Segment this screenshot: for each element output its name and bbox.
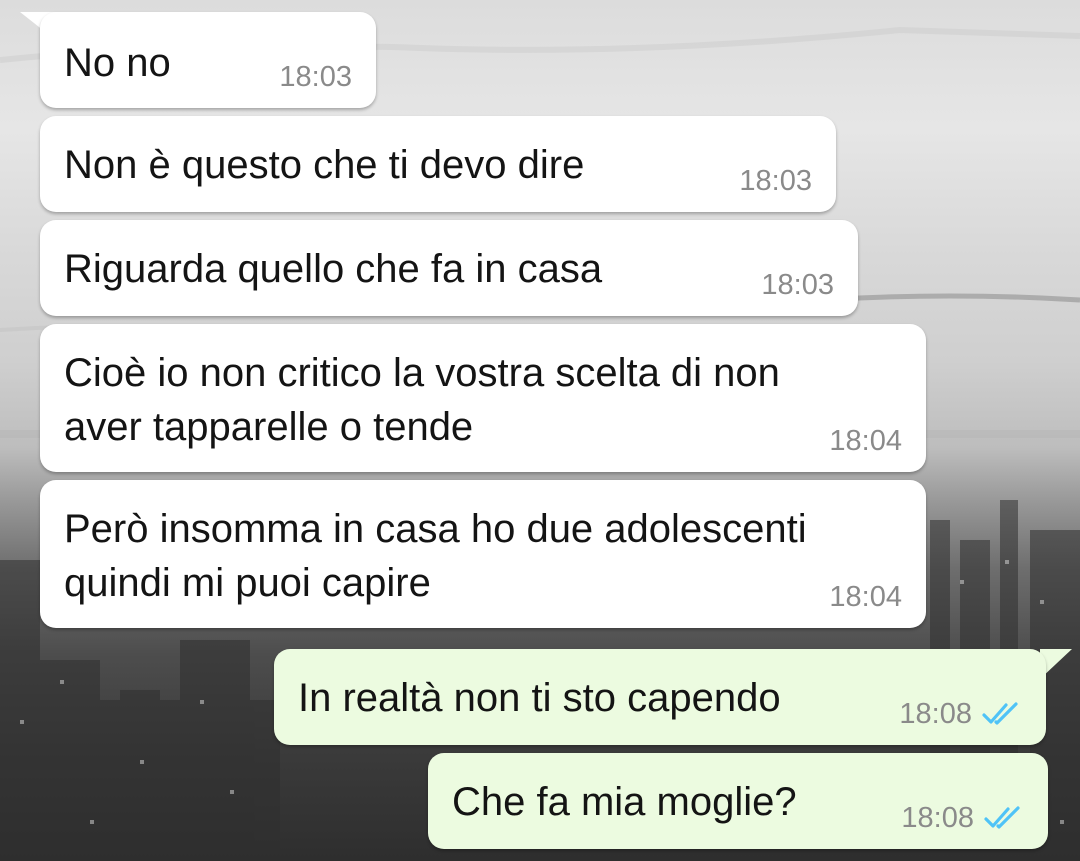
double-check-read-icon (984, 805, 1024, 831)
message-text: Riguarda quello che fa in casa (64, 242, 602, 296)
message-line: Non è questo che ti devo dire (64, 143, 585, 187)
message-timestamp: 18:03 (761, 269, 834, 301)
message-timestamp: 18:04 (829, 425, 902, 457)
message-line: In realtà non ti sto capendo (298, 676, 781, 720)
message-line: Che fa mia moglie? (452, 780, 797, 824)
message-text: Però insomma in casa ho due adolescenti … (64, 502, 807, 610)
message-meta: 18:08 (901, 801, 1024, 835)
message-meta: 18:04 (829, 424, 902, 458)
message-text: Che fa mia moglie? (452, 775, 797, 829)
message-bubble-incoming[interactable]: Riguarda quello che fa in casa 18:03 (40, 220, 858, 316)
message-line: Cioè io non critico la vostra scelta di … (64, 351, 780, 395)
message-meta: 18:04 (829, 580, 902, 614)
message-bubble-incoming[interactable]: Non è questo che ti devo dire 18:03 (40, 116, 836, 212)
message-bubble-incoming[interactable]: Cioè io non critico la vostra scelta di … (40, 324, 926, 472)
message-text: Cioè io non critico la vostra scelta di … (64, 346, 780, 454)
message-bubble-outgoing[interactable]: Che fa mia moglie? 18:08 (428, 753, 1048, 849)
message-line: Però insomma in casa ho due adolescenti (64, 507, 807, 551)
message-line: Riguarda quello che fa in casa (64, 247, 603, 291)
message-meta: 18:08 (899, 697, 1022, 731)
message-line: No no (64, 41, 171, 85)
message-timestamp: 18:08 (901, 802, 974, 834)
message-bubble-incoming[interactable]: No no 18:03 (40, 12, 376, 108)
double-check-read-icon (982, 701, 1022, 727)
message-text: In realtà non ti sto capendo (298, 671, 781, 725)
message-meta: 18:03 (739, 164, 812, 198)
message-line: quindi mi puoi capire (64, 561, 431, 605)
message-timestamp: 18:03 (739, 165, 812, 197)
message-meta: 18:03 (761, 268, 834, 302)
message-text: No no (64, 36, 171, 90)
message-timestamp: 18:03 (279, 61, 352, 93)
message-timestamp: 18:04 (829, 581, 902, 613)
message-bubble-incoming[interactable]: Però insomma in casa ho due adolescenti … (40, 480, 926, 628)
message-line: aver tapparelle o tende (64, 405, 474, 449)
message-timestamp: 18:08 (899, 698, 972, 730)
message-meta: 18:03 (279, 60, 352, 94)
message-text: Non è questo che ti devo dire (64, 138, 584, 192)
message-bubble-outgoing[interactable]: In realtà non ti sto capendo 18:08 (274, 649, 1046, 745)
